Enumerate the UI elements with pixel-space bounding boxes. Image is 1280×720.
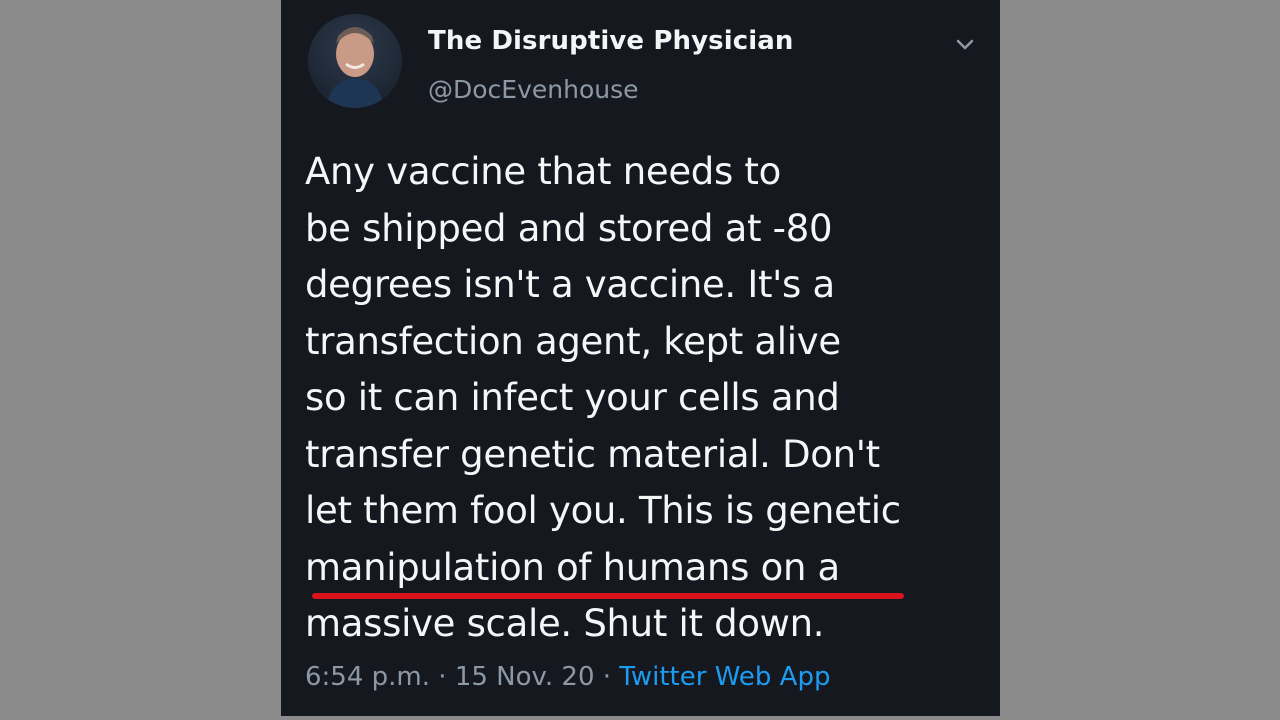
avatar-photo-icon <box>326 27 384 108</box>
tweet-text-line: manipulation of humans on a <box>305 545 840 589</box>
display-name[interactable]: The Disruptive Physician <box>428 26 794 56</box>
tweet-card: The Disruptive Physician @DocEvenhouse A… <box>281 0 1000 716</box>
meta-separator: · <box>438 662 447 692</box>
tweet-text-line: be shipped and stored at -80 <box>305 206 833 250</box>
tweet-source-link[interactable]: Twitter Web App <box>619 662 830 692</box>
chevron-down-icon[interactable] <box>953 32 977 56</box>
tweet-time[interactable]: 6:54 p.m. <box>305 662 430 692</box>
tweet-metadata: 6:54 p.m. · 15 Nov. 20 · Twitter Web App <box>305 662 830 692</box>
tweet-text-line: transfer genetic material. Don't <box>305 432 880 476</box>
tweet-text-line: let them fool you. This is genetic <box>305 489 901 532</box>
user-handle[interactable]: @DocEvenhouse <box>428 75 639 104</box>
tweet-text-line: massive scale. Shut it down. <box>305 602 825 645</box>
avatar[interactable] <box>308 14 402 108</box>
red-underline-annotation <box>312 593 904 599</box>
tweet-text-line: Any vaccine that needs to <box>305 150 781 193</box>
tweet-text-line: degrees isn't a vaccine. It's a <box>305 263 835 306</box>
tweet-text-line: transfection agent, kept alive <box>305 319 841 363</box>
tweet-text-line: so it can infect your cells and <box>305 376 840 419</box>
tweet-date[interactable]: 15 Nov. 20 <box>455 662 595 692</box>
meta-separator: · <box>602 662 612 692</box>
tweet-text: Any vaccine that needs to be shipped and… <box>305 144 995 653</box>
screenshot-stage: The Disruptive Physician @DocEvenhouse A… <box>0 0 1280 720</box>
